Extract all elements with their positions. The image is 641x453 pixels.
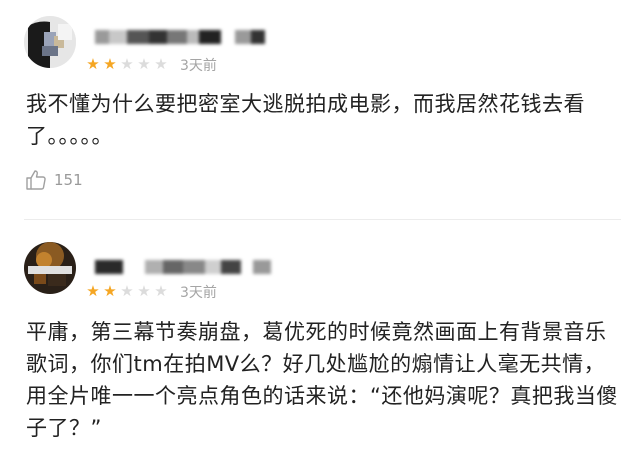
review-text: 我不懂为什么要把密室大逃脱拍成电影，而我居然花钱去看了。。。。。 (26, 92, 585, 148)
review-card: ★ ★ ★ ★ ★ 3天前 平庸，第三幕节奏崩盘，葛优死的时候竟然画面上有背景音乐歌词，… (0, 220, 641, 453)
username-redacted (95, 256, 271, 278)
username-redacted (95, 26, 265, 48)
star-filled-icon: ★ (103, 55, 117, 73)
thumbs-up-icon (26, 170, 46, 190)
avatar-image (24, 16, 76, 68)
avatar-image (24, 242, 76, 294)
review-time: 3天前 (180, 58, 217, 74)
comment-feed: ★ ★ ★ ★ ★ 3天前 我不懂为什么要把密室大逃脱拍成电影，而我居然花钱去看了。。。… (0, 0, 641, 453)
star-empty-icon: ★ (154, 282, 168, 300)
like-button[interactable]: 151 (24, 168, 83, 192)
star-empty-icon: ★ (137, 55, 151, 73)
star-empty-icon: ★ (137, 282, 151, 300)
like-count: 151 (54, 171, 83, 189)
avatar[interactable] (24, 242, 76, 294)
review-card: ★ ★ ★ ★ ★ 3天前 我不懂为什么要把密室大逃脱拍成电影，而我居然花钱去看了。。。… (0, 0, 641, 220)
avatar[interactable] (24, 16, 76, 68)
review-text: 平庸，第三幕节奏崩盘，葛优死的时候竟然画面上有背景音乐歌词，你们tm在拍MV么？… (26, 320, 618, 440)
star-empty-icon: ★ (120, 282, 134, 300)
rating-stars: ★ ★ ★ ★ ★ (85, 283, 169, 299)
star-filled-icon: ★ (103, 282, 117, 300)
rating-stars: ★ ★ ★ ★ ★ (85, 56, 169, 72)
review-time: 3天前 (180, 285, 217, 301)
star-empty-icon: ★ (120, 55, 134, 73)
star-filled-icon: ★ (86, 55, 100, 73)
star-filled-icon: ★ (86, 282, 100, 300)
star-empty-icon: ★ (154, 55, 168, 73)
